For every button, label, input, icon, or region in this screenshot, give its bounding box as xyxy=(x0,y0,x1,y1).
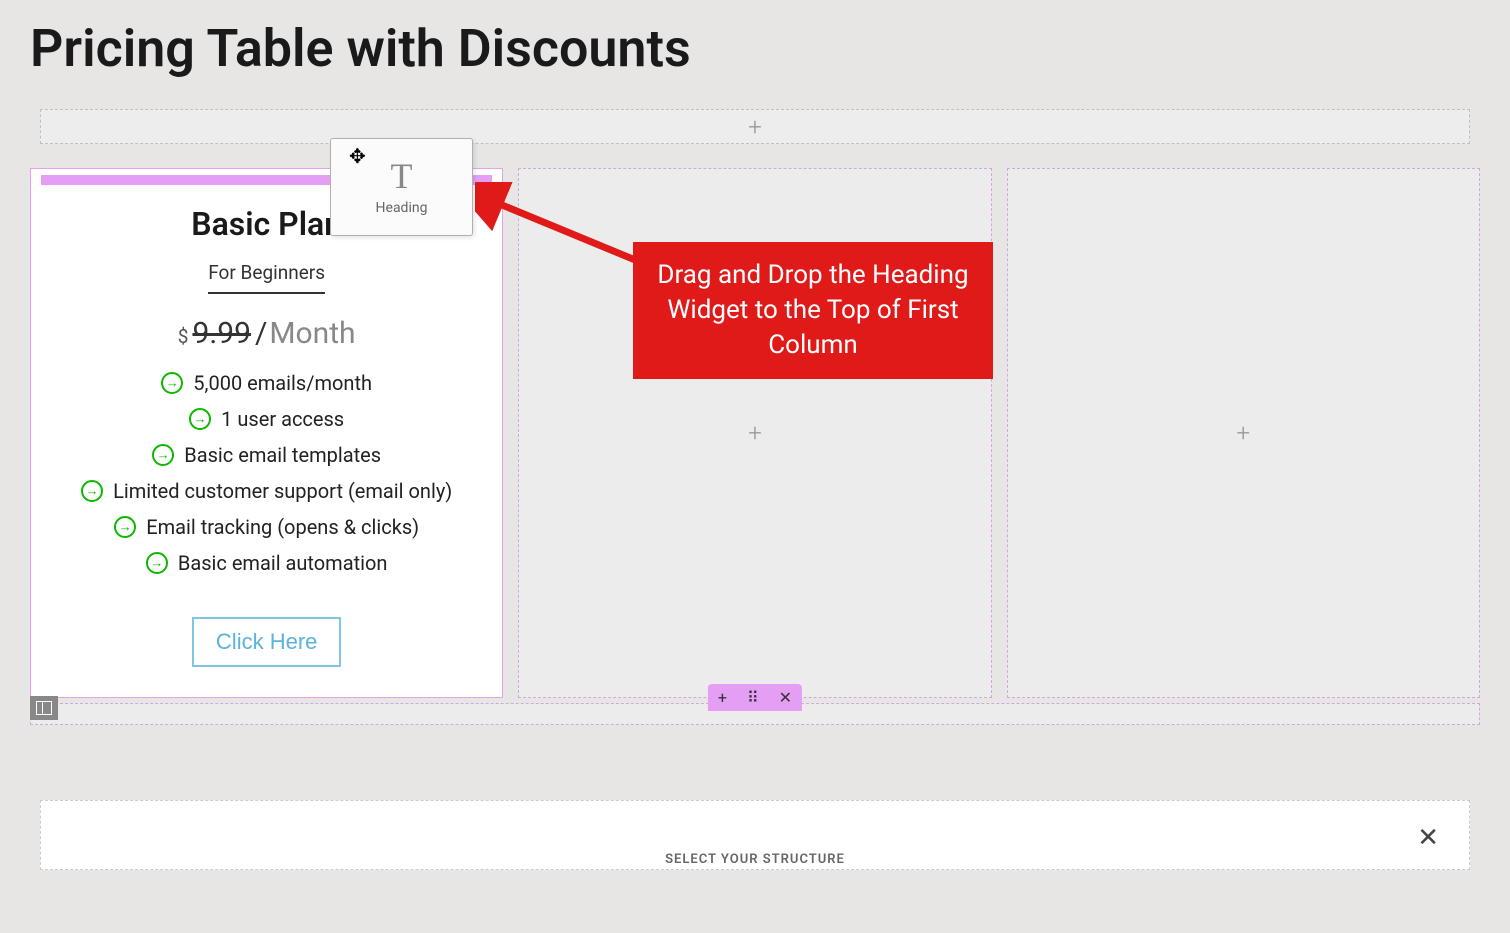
arrow-circle-icon xyxy=(114,516,136,538)
plus-icon: + xyxy=(748,113,762,141)
price-row: $ 9.99 / Month xyxy=(41,316,492,351)
arrow-circle-icon xyxy=(152,444,174,466)
arrow-circle-icon xyxy=(189,408,211,430)
annotation-arrow xyxy=(475,182,650,272)
currency-symbol: $ xyxy=(178,325,189,348)
delete-section-button[interactable]: ✕ xyxy=(769,684,802,711)
feature-item: 5,000 emails/month xyxy=(41,371,492,395)
price-amount: 9.99 xyxy=(192,316,251,351)
close-structure-button[interactable]: ✕ xyxy=(1417,823,1439,853)
arrow-circle-icon xyxy=(161,372,183,394)
cta-button[interactable]: Click Here xyxy=(192,617,341,667)
page-title: Pricing Table with Discounts xyxy=(0,0,1510,89)
column-1[interactable]: Basic Plan For Beginners $ 9.99 / Month … xyxy=(30,168,503,698)
panel-icon xyxy=(36,701,52,715)
panel-toggle-button[interactable] xyxy=(30,696,58,720)
move-cursor-icon: ✥ xyxy=(349,144,366,168)
drag-section-handle[interactable]: ⠿ xyxy=(737,684,769,711)
annotation-tooltip: Drag and Drop the Heading Widget to the … xyxy=(633,242,993,379)
feature-item: Email tracking (opens & clicks) xyxy=(41,515,492,539)
feature-item: Basic email automation xyxy=(41,551,492,575)
feature-item: Limited customer support (email only) xyxy=(41,479,492,503)
price-separator: / xyxy=(255,316,267,351)
section-controls: + ⠿ ✕ xyxy=(708,684,802,711)
arrow-circle-icon xyxy=(146,552,168,574)
heading-widget-drag[interactable]: ✥ T Heading xyxy=(330,138,473,236)
feature-item: 1 user access xyxy=(41,407,492,431)
column-3[interactable]: + xyxy=(1007,168,1480,698)
pricing-card: Basic Plan For Beginners $ 9.99 / Month … xyxy=(31,185,502,697)
plus-icon: + xyxy=(1237,419,1251,447)
plan-subtitle: For Beginners xyxy=(208,261,325,294)
structure-label: SELECT YOUR STRUCTURE xyxy=(665,852,845,867)
feature-list: 5,000 emails/month 1 user access Basic e… xyxy=(41,371,492,575)
widget-label: Heading xyxy=(376,200,428,216)
arrow-circle-icon xyxy=(81,480,103,502)
add-section-button[interactable]: + xyxy=(708,684,737,711)
heading-icon: T xyxy=(391,158,413,194)
structure-picker[interactable]: SELECT YOUR STRUCTURE ✕ xyxy=(40,800,1470,870)
feature-item: Basic email templates xyxy=(41,443,492,467)
plus-icon: + xyxy=(748,419,762,447)
price-period: Month xyxy=(269,316,355,351)
add-section-top[interactable]: + xyxy=(40,109,1470,144)
